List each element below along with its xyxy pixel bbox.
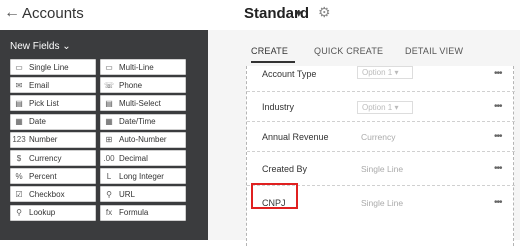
field-tile-url[interactable]: ⚲ URL (100, 186, 186, 203)
field-tile-label: Long Integer (119, 171, 164, 181)
field-label: Created By (262, 164, 308, 174)
new-fields-sidebar: New Fields ⌄ ▭ Single Line ▭ Multi-Line ✉ Ema… (0, 30, 208, 240)
field-tile-label: Phone (119, 80, 143, 90)
number-icon: 123 (12, 135, 26, 145)
field-tile-auto-number[interactable]: ⊞ Auto-Number (100, 131, 186, 148)
currency-icon: $ (16, 153, 22, 163)
date-time-icon: ▦ (105, 117, 113, 127)
field-tile-label: Currency (29, 153, 62, 163)
field-type: Single Line (361, 198, 404, 208)
field-tile-label: Lookup (29, 208, 56, 218)
field-row-account-type[interactable]: Account Type Option 1 ▾ ••• (247, 66, 515, 92)
more-options-icon[interactable]: ••• (494, 152, 502, 186)
field-type: Currency (361, 132, 396, 142)
field-tile-date[interactable]: ▦ Date (10, 113, 96, 130)
long-integer-icon: L (106, 171, 112, 181)
percent-icon: % (15, 171, 23, 181)
field-panel: Account Type Option 1 ▾ ••• Industry Opt… (246, 66, 515, 246)
field-row-industry[interactable]: Industry Option 1 ▾ ••• (247, 92, 515, 122)
gear-icon[interactable]: ⚙ (318, 4, 331, 21)
date-icon: ▦ (15, 117, 23, 127)
active-tab-indicator (251, 61, 295, 63)
chevron-down-icon[interactable]: ▾ (296, 7, 302, 20)
back-arrow-icon[interactable]: ← (4, 4, 20, 22)
field-tile-label: Formula (119, 208, 149, 218)
field-tile-pick-list[interactable]: ▤ Pick List (10, 95, 96, 112)
pick-list-icon: ▤ (15, 98, 23, 108)
field-tile-long-integer[interactable]: L Long Integer (100, 168, 186, 185)
checkbox-icon: ☑ (15, 189, 23, 199)
field-tile-label: Decimal (119, 153, 148, 163)
auto-number-icon: ⊞ (105, 135, 113, 145)
field-row-annual-revenue[interactable]: Annual Revenue Currency ••• (247, 122, 515, 152)
field-tile-label: Checkbox (29, 189, 65, 199)
field-tile-label: Multi-Select (119, 98, 161, 108)
highlight-box (251, 183, 298, 209)
field-tile-date-time[interactable]: ▦ Date/Time (100, 113, 186, 130)
formula-icon: fx (105, 208, 113, 218)
decimal-icon: .00 (103, 153, 115, 163)
tab-create[interactable]: CREATE (251, 46, 288, 56)
field-select: Option 1 ▾ (357, 101, 413, 114)
field-tile-label: Single Line (29, 62, 69, 72)
lookup-icon: ⚲ (16, 208, 22, 218)
field-label: Industry (262, 102, 295, 112)
field-label: Account Type (262, 69, 317, 79)
field-tile-email[interactable]: ✉ Email (10, 77, 96, 94)
field-label: Annual Revenue (262, 132, 329, 142)
field-tile-label: Pick List (29, 98, 59, 108)
tab-quick-create[interactable]: QUICK CREATE (314, 46, 383, 56)
more-options-icon[interactable]: ••• (494, 122, 502, 152)
field-tile-multi-select[interactable]: ▤ Multi-Select (100, 95, 186, 112)
field-tile-checkbox[interactable]: ☑ Checkbox (10, 186, 96, 203)
new-fields-heading[interactable]: New Fields ⌄ (10, 41, 71, 52)
field-tile-label: Date/Time (119, 117, 156, 127)
field-tile-phone[interactable]: ☏ Phone (100, 77, 186, 94)
field-tile-single-line[interactable]: ▭ Single Line (10, 59, 96, 75)
field-tile-number[interactable]: 123 Number (10, 131, 96, 148)
more-options-icon[interactable]: ••• (494, 66, 502, 82)
field-tile-percent[interactable]: % Percent (10, 168, 96, 185)
field-tile-label: Date (29, 117, 46, 127)
phone-icon: ☏ (103, 80, 114, 90)
tab-detail-view[interactable]: DETAIL VIEW (405, 46, 463, 56)
field-tile-label: Auto-Number (119, 135, 167, 145)
field-tile-decimal[interactable]: .00 Decimal (100, 150, 186, 166)
more-options-icon[interactable]: ••• (494, 92, 502, 122)
field-tile-label: Number (29, 135, 58, 145)
field-tile-label: Multi-Line (119, 62, 154, 72)
module-title: Accounts (22, 5, 84, 22)
multi-line-icon: ▭ (105, 62, 113, 72)
field-tile-formula[interactable]: fx Formula (100, 204, 186, 221)
field-tile-label: Email (29, 80, 50, 90)
field-tile-currency[interactable]: $ Currency (10, 150, 96, 166)
multi-select-icon: ▤ (105, 98, 113, 108)
field-type: Single Line (361, 164, 404, 174)
field-select: Option 1 ▾ (357, 66, 413, 79)
field-tile-label: URL (119, 189, 136, 199)
top-bar: ← Accounts Standard ▾ ⚙ (0, 0, 520, 30)
field-tile-lookup[interactable]: ⚲ Lookup (10, 204, 96, 221)
field-tile-label: Percent (29, 171, 57, 181)
single-line-icon: ▭ (15, 62, 23, 72)
url-icon: ⚲ (106, 189, 112, 199)
more-options-icon[interactable]: ••• (494, 186, 502, 220)
field-tile-multi-line[interactable]: ▭ Multi-Line (100, 59, 186, 75)
field-row-created-by[interactable]: Created By Single Line ••• (247, 152, 515, 186)
layout-editor: CREATE QUICK CREATE DETAIL VIEW Account … (208, 30, 520, 246)
email-icon: ✉ (15, 80, 23, 90)
